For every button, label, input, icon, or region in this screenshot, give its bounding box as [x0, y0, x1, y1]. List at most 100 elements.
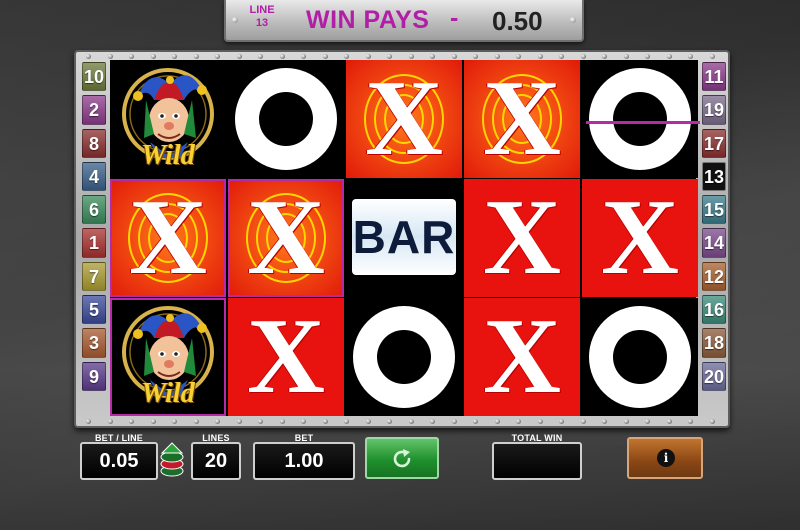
frame-rivet — [451, 54, 457, 59]
frame-rivet — [580, 419, 586, 424]
payline-number-3[interactable]: 3 — [82, 328, 106, 358]
frame-rivet — [172, 54, 177, 59]
o-ring-icon — [589, 68, 691, 170]
banner-rivet — [570, 17, 576, 23]
symbol-bar: BAR — [346, 179, 462, 297]
frame-rivet — [236, 419, 242, 424]
o-ring-icon — [589, 306, 691, 408]
frame-rivet — [107, 419, 113, 424]
payline-number-13[interactable]: 13 — [702, 161, 726, 192]
frame-rivet — [279, 419, 285, 424]
frame-rivet — [86, 419, 91, 424]
frame-rivet — [430, 419, 435, 424]
chip-stack-icon[interactable] — [158, 441, 186, 481]
wild-label: Wild — [141, 140, 195, 171]
frame-rivet — [365, 419, 371, 424]
frame-rivet — [516, 419, 521, 424]
frame-rivet — [408, 419, 414, 424]
banner-rivet — [232, 17, 238, 23]
bet-value: 1.00 — [284, 450, 324, 472]
o-ring-icon — [235, 68, 337, 170]
payline-number-12[interactable]: 12 — [702, 261, 726, 292]
frame-rivet — [623, 54, 629, 59]
frame-rivet — [301, 419, 306, 424]
frame-rivet — [688, 419, 693, 424]
frame-rivet — [322, 54, 328, 59]
frame-rivet — [645, 419, 650, 424]
bar-plate: BAR — [352, 199, 456, 275]
payline-number-9[interactable]: 9 — [82, 361, 106, 391]
payline-number-20[interactable]: 20 — [702, 361, 726, 391]
frame-rivet — [365, 54, 371, 59]
frame-rivet — [301, 54, 306, 59]
payline-number-8[interactable]: 8 — [82, 128, 106, 158]
payline-number-10[interactable]: 10 — [82, 62, 106, 92]
symbol-x-target: X — [346, 60, 462, 178]
frame-rivet — [666, 54, 672, 59]
frame-rivet — [537, 54, 543, 59]
o-ring-icon — [353, 306, 455, 408]
lines-display[interactable]: 20 — [191, 442, 241, 480]
payline-numbers-right: 11 19 17 13 15 14 12 16 18 20 — [702, 62, 726, 395]
payline-number-18[interactable]: 18 — [702, 328, 726, 358]
bet-per-line-display: 0.05 — [80, 442, 158, 480]
symbol-o — [582, 298, 698, 416]
frame-rivet — [387, 419, 392, 424]
frame-rivet — [559, 54, 564, 59]
payline-number-5[interactable]: 5 — [82, 295, 106, 325]
frame-rivet — [430, 54, 435, 59]
line-word: LINE — [249, 4, 275, 16]
payline-number-19[interactable]: 19 — [702, 95, 726, 125]
frame-rivet — [107, 54, 113, 59]
frame-rivet — [193, 419, 199, 424]
payline-number-7[interactable]: 7 — [82, 261, 106, 292]
frame-rivet — [172, 419, 177, 424]
x-glyph: X — [247, 298, 325, 416]
frame-rivet — [516, 54, 521, 59]
frame-rivet — [709, 419, 715, 424]
payline-number-14[interactable]: 14 — [702, 228, 726, 258]
symbol-x-target: X — [110, 179, 226, 297]
frame-rivet — [559, 419, 564, 424]
lines-value: 20 — [204, 450, 228, 472]
payline-number-6[interactable]: 6 — [82, 195, 106, 225]
winning-line-label: LINE 13 — [246, 4, 278, 30]
win-banner: LINE 13 WIN PAYS - 0.50 — [224, 0, 584, 42]
symbol-o — [346, 298, 462, 416]
bet-display: 1.00 — [253, 442, 355, 480]
frame-rivet — [709, 54, 715, 59]
refresh-icon — [393, 449, 411, 468]
frame-rivet — [215, 419, 220, 424]
x-glyph: X — [129, 179, 207, 297]
frame-rivet — [602, 54, 607, 59]
frame-rivet — [387, 54, 392, 59]
symbol-o — [582, 60, 698, 178]
payline-number-2[interactable]: 2 — [82, 95, 106, 125]
frame-rivet — [129, 419, 134, 424]
payline-number-11[interactable]: 11 — [702, 62, 726, 92]
info-button[interactable]: i — [627, 437, 703, 479]
line-number: 13 — [255, 17, 269, 29]
frame-rivet — [688, 54, 693, 59]
x-glyph: X — [483, 298, 561, 416]
payline-number-17[interactable]: 17 — [702, 128, 726, 158]
payline-number-16[interactable]: 16 — [702, 295, 726, 325]
frame-rivet — [86, 54, 91, 59]
frame-rivet — [602, 419, 607, 424]
payline-number-15[interactable]: 15 — [702, 195, 726, 225]
payline-number-4[interactable]: 4 — [82, 161, 106, 192]
symbol-x-target: X — [228, 179, 344, 297]
frame-rivet — [150, 54, 156, 59]
payline-number-1[interactable]: 1 — [82, 228, 106, 258]
frame-rivet — [623, 419, 629, 424]
symbol-wild-jester: Wild — [110, 60, 226, 178]
x-glyph: X — [483, 60, 561, 178]
frame-rivet — [473, 54, 478, 59]
frame-rivet — [494, 54, 500, 59]
symbol-x-red: X — [464, 298, 580, 416]
spin-button[interactable] — [365, 437, 439, 479]
frame-rivet — [150, 419, 156, 424]
symbol-x-target: X — [464, 60, 580, 178]
frame-rivet — [344, 419, 349, 424]
frame-rivet — [279, 54, 285, 59]
